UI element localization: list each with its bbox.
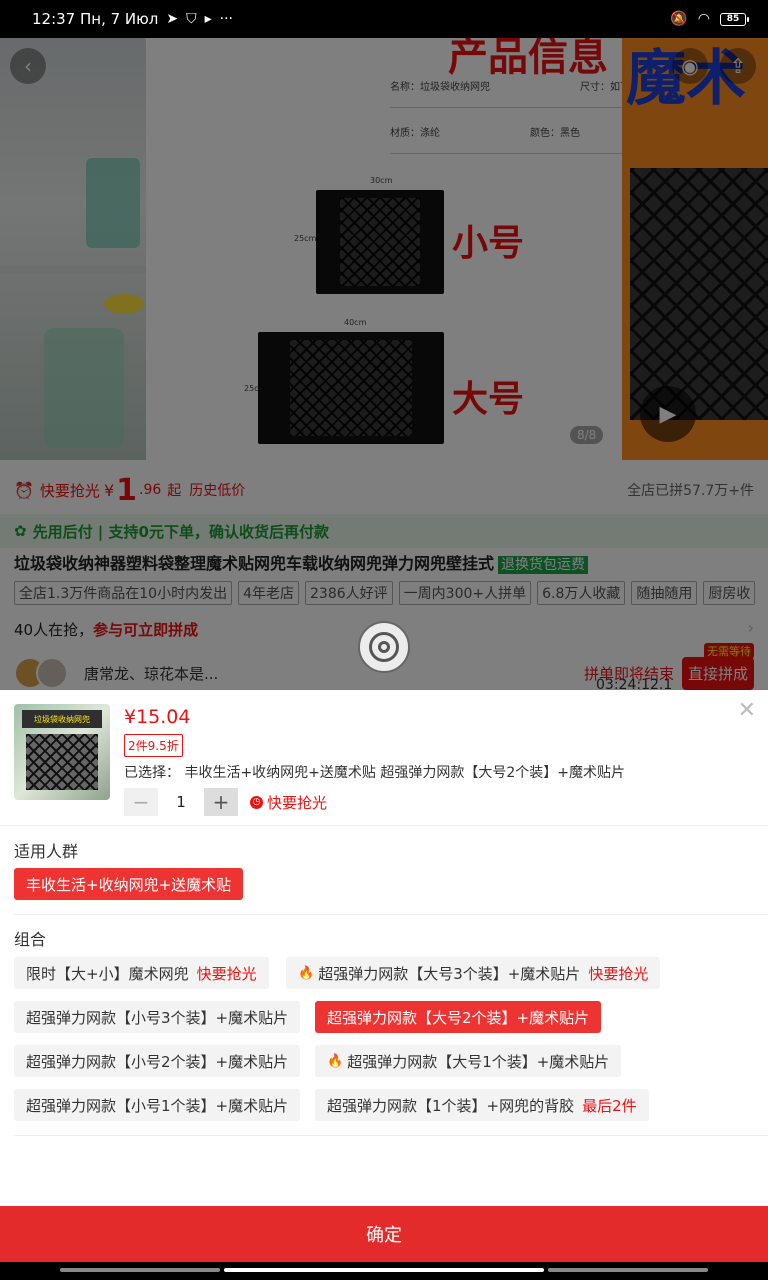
- option-label: 超强弹力网款【大号1个装】+魔术贴片: [347, 1052, 610, 1071]
- option-combo[interactable]: 超强弹力网款【小号3个装】+魔术贴片: [14, 1001, 301, 1033]
- divider: [14, 1135, 768, 1136]
- quantity-value[interactable]: 1: [158, 793, 204, 811]
- divider: [14, 914, 768, 915]
- option-combo[interactable]: 🔥 超强弹力网款【大号1个装】+魔术贴片: [315, 1045, 622, 1077]
- option-label: 超强弹力网款【大号3个装】+魔术贴片: [318, 964, 581, 983]
- hurry-label: ◷ 快要抢光: [250, 792, 327, 813]
- close-icon[interactable]: ✕: [738, 698, 756, 723]
- more-icon: ···: [219, 11, 233, 27]
- selected-sku-text: 已选择： 丰收生活+收纳网兜+送魔术贴 超强弹力网款【大号2个装】+魔术贴片: [124, 765, 625, 781]
- fire-icon: 🔥: [327, 1053, 344, 1069]
- nav-pill: [548, 1268, 708, 1272]
- clock-icon: ◷: [250, 795, 263, 809]
- option-combo[interactable]: 超强弹力网款【小号2个装】+魔术贴片: [14, 1045, 301, 1077]
- mute-icon: 🔕: [670, 11, 688, 27]
- option-combo[interactable]: 限时【大+小】魔术网兜 快要抢光: [14, 957, 269, 989]
- assistive-touch-button[interactable]: [358, 621, 410, 673]
- telegram-icon: ➤: [166, 11, 179, 27]
- sheet-header: 垃圾袋收纳网兜 ¥15.04 2件9.5折 已选择： 丰收生活+收纳网兜+送魔术…: [0, 690, 768, 826]
- home-indicator[interactable]: [224, 1268, 544, 1272]
- nav-pill: [60, 1268, 220, 1272]
- play-icon: ▸: [204, 11, 212, 27]
- option-label: 丰收生活+收纳网兜+送魔术贴: [26, 875, 232, 894]
- quantity-stepper: − 1 + ◷ 快要抢光: [124, 788, 327, 816]
- option-audience[interactable]: 丰收生活+收纳网兜+送魔术贴: [14, 868, 244, 900]
- option-label: 限时【大+小】魔术网兜: [26, 964, 189, 983]
- shield-icon: ⛉: [186, 11, 197, 27]
- wifi-icon: ◠: [697, 11, 710, 27]
- option-label: 超强弹力网款【小号3个装】+魔术贴片: [26, 1008, 289, 1027]
- option-label: 超强弹力网款【大号2个装】+魔术贴片: [327, 1008, 590, 1027]
- sku-price: ¥15.04: [124, 706, 191, 728]
- sku-selector-sheet: 垃圾袋收纳网兜 ¥15.04 2件9.5折 已选择： 丰收生活+收纳网兜+送魔术…: [0, 690, 768, 1280]
- option-suffix: 最后2件: [582, 1096, 637, 1115]
- status-time: 12:37 Пн, 7 Июл: [32, 10, 159, 28]
- option-suffix: 快要抢光: [196, 964, 257, 983]
- section-combo-title: 组合: [14, 930, 47, 949]
- system-nav-bar: [0, 1262, 768, 1280]
- confirm-button[interactable]: 确定: [0, 1206, 768, 1262]
- increase-button[interactable]: +: [204, 788, 238, 816]
- decrease-button[interactable]: −: [124, 788, 158, 816]
- status-bar: 12:37 Пн, 7 Июл ➤ ⛉ ▸ ··· 🔕 ◠ 85: [0, 0, 768, 38]
- option-combo[interactable]: 🔥 超强弹力网款【大号3个装】+魔术贴片 快要抢光: [286, 957, 661, 989]
- battery-icon: 85: [720, 12, 749, 26]
- fire-icon: 🔥: [298, 965, 315, 981]
- option-label: 超强弹力网款【小号1个装】+魔术贴片: [26, 1096, 289, 1115]
- modal-scrim[interactable]: [0, 38, 768, 690]
- section-audience-title: 适用人群: [14, 842, 79, 861]
- target-icon: [369, 632, 399, 662]
- product-thumbnail[interactable]: 垃圾袋收纳网兜: [14, 704, 110, 800]
- option-combo-selected[interactable]: 超强弹力网款【大号2个装】+魔术贴片: [315, 1001, 602, 1033]
- thumbnail-label: 垃圾袋收纳网兜: [22, 710, 102, 728]
- option-label: 超强弹力网款【小号2个装】+魔术贴片: [26, 1052, 289, 1071]
- option-combo[interactable]: 超强弹力网款【小号1个装】+魔术贴片: [14, 1089, 301, 1121]
- discount-badge: 2件9.5折: [124, 734, 183, 757]
- option-combo[interactable]: 超强弹力网款【1个装】+网兜的背胶 最后2件: [315, 1089, 649, 1121]
- option-label: 超强弹力网款【1个装】+网兜的背胶: [327, 1096, 575, 1115]
- hurry-text: 快要抢光: [267, 793, 328, 812]
- option-suffix: 快要抢光: [588, 964, 649, 983]
